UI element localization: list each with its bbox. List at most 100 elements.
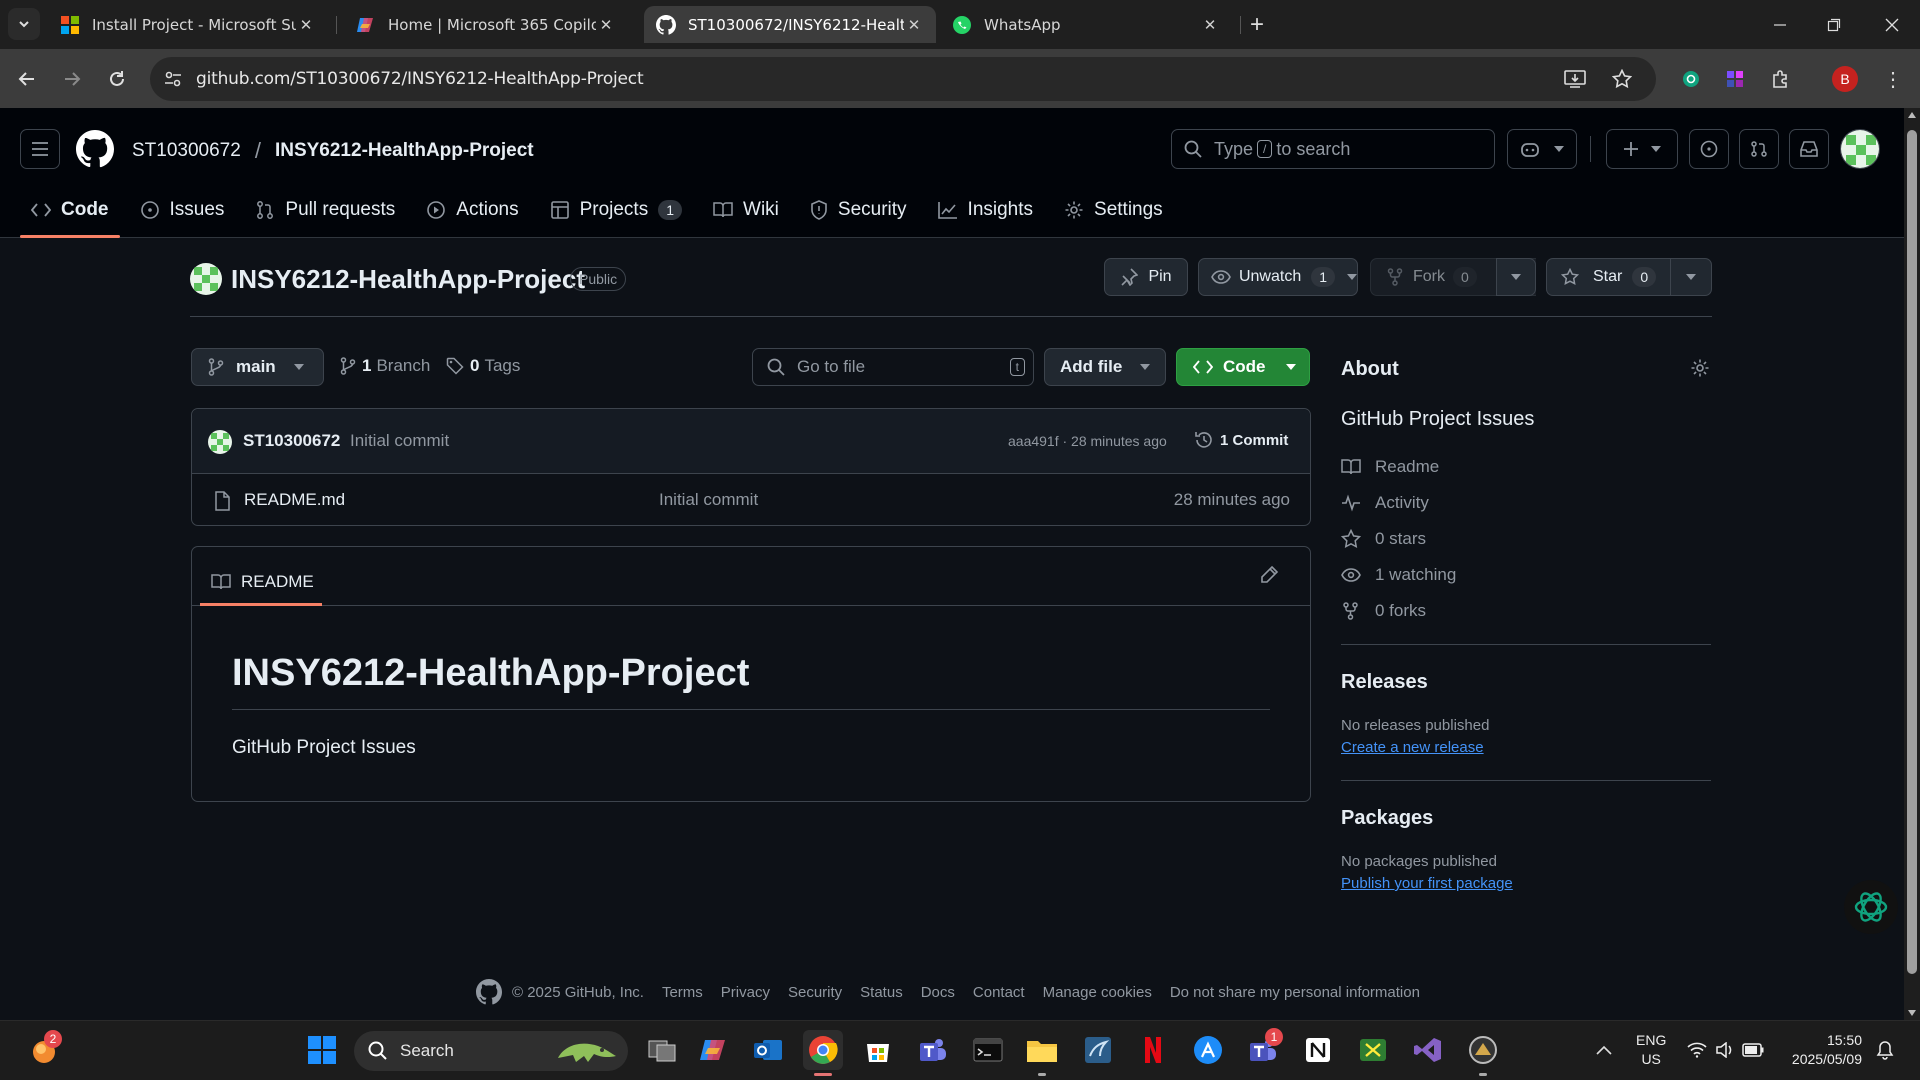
fork-dropdown-button[interactable] <box>1496 258 1536 296</box>
volume-status[interactable] <box>1712 1030 1738 1070</box>
footer-link-manage-cookies[interactable]: Manage cookies <box>1043 984 1152 1001</box>
browser-tab-copilot[interactable]: Home | Microsoft 365 Copilot ✕ <box>344 6 628 43</box>
taskbar-search[interactable]: Search <box>354 1031 628 1071</box>
pin-button[interactable]: Pin <box>1104 258 1188 296</box>
widgets-button[interactable]: 2 <box>24 1030 64 1070</box>
readme-tab[interactable]: README <box>200 560 322 606</box>
about-watching-link[interactable]: 1 watching <box>1341 562 1456 588</box>
file-explorer-button[interactable] <box>1022 1030 1062 1076</box>
branches-link[interactable]: 1 Branch <box>340 356 430 376</box>
star-button[interactable]: Star 0 <box>1546 258 1678 296</box>
outlook-button[interactable] <box>748 1030 788 1070</box>
tab-insights[interactable]: Insights <box>927 190 1044 230</box>
clock[interactable]: 15:50 2025/05/09 <box>1784 1031 1862 1069</box>
show-hidden-icons-button[interactable] <box>1584 1030 1624 1070</box>
kali-app-button[interactable] <box>1463 1030 1503 1076</box>
footer-link-do-not-share[interactable]: Do not share my personal information <box>1170 984 1420 1001</box>
publish-package-link[interactable]: Publish your first package <box>1341 875 1513 892</box>
global-search-input[interactable]: Type / to search <box>1171 129 1495 169</box>
site-info-icon[interactable] <box>164 70 182 88</box>
browser-tab-github[interactable]: ST10300672/INSY6212-HealthAp ✕ <box>644 6 936 43</box>
footer-link-contact[interactable]: Contact <box>973 984 1025 1001</box>
about-forks-link[interactable]: 0 forks <box>1341 598 1426 624</box>
commit-message[interactable]: Initial commit <box>350 431 449 451</box>
tab-security[interactable]: Security <box>799 190 918 230</box>
code-button[interactable]: Code <box>1176 348 1310 386</box>
user-avatar[interactable] <box>1840 129 1880 169</box>
task-view-button[interactable] <box>642 1030 682 1070</box>
footer-link-security[interactable]: Security <box>788 984 842 1001</box>
commits-history-link[interactable]: 1 Commit <box>1194 430 1288 450</box>
tab-code[interactable]: Code <box>20 190 120 238</box>
address-bar[interactable]: github.com/ST10300672/INSY6212-HealthApp… <box>150 57 1656 101</box>
extensions-puzzle-icon[interactable] <box>1766 64 1796 94</box>
edit-readme-button[interactable] <box>1259 565 1279 585</box>
assistant-bubble[interactable] <box>1844 880 1898 934</box>
github-mark-icon[interactable] <box>476 979 502 1005</box>
tab-actions[interactable]: Actions <box>415 190 529 230</box>
commit-hash-time[interactable]: aaa491f · 28 minutes ago <box>1008 433 1167 449</box>
unwatch-button[interactable]: Unwatch 1 <box>1198 258 1358 296</box>
store-button[interactable] <box>858 1030 898 1070</box>
battery-status[interactable] <box>1740 1030 1766 1070</box>
minimize-button[interactable] <box>1752 0 1808 49</box>
browser-menu-button[interactable]: ⋮ <box>1878 64 1908 94</box>
breadcrumb-owner[interactable]: ST10300672 <box>132 140 241 162</box>
footer-link-terms[interactable]: Terms <box>662 984 703 1001</box>
tab-pull-requests[interactable]: Pull requests <box>244 190 406 230</box>
file-commit-message[interactable]: Initial commit <box>659 490 758 510</box>
file-name[interactable]: README.md <box>244 490 345 510</box>
breadcrumb-repo[interactable]: INSY6212-HealthApp-Project <box>275 140 534 162</box>
notion-button[interactable] <box>1298 1030 1338 1070</box>
github-logo[interactable] <box>76 130 114 168</box>
copilot-button[interactable] <box>1507 129 1577 169</box>
profile-avatar[interactable]: B <box>1832 66 1858 92</box>
commit-author-avatar[interactable] <box>208 430 232 454</box>
page-scrollbar[interactable] <box>1904 108 1920 1020</box>
footer-link-docs[interactable]: Docs <box>921 984 955 1001</box>
new-tab-button[interactable]: + <box>1244 11 1270 38</box>
app-store-button[interactable] <box>1188 1030 1228 1070</box>
about-stars-link[interactable]: 0 stars <box>1341 526 1426 552</box>
netflix-button[interactable] <box>1133 1030 1173 1070</box>
visual-studio-button[interactable] <box>1408 1030 1448 1070</box>
commit-author[interactable]: ST10300672 <box>243 431 340 451</box>
issues-button[interactable] <box>1689 129 1729 169</box>
about-settings-button[interactable] <box>1690 358 1710 378</box>
go-to-file-input[interactable]: Go to file t <box>752 348 1034 386</box>
star-dropdown-button[interactable] <box>1670 258 1712 296</box>
browser-tab-microsoft[interactable]: Install Project - Microsoft Suppo ✕ <box>48 6 328 43</box>
tab-settings[interactable]: Settings <box>1053 190 1174 230</box>
chrome-button[interactable] <box>803 1030 843 1076</box>
close-tab-icon[interactable]: ✕ <box>1200 15 1220 35</box>
teams-classic-button[interactable]: 1 <box>1243 1028 1283 1070</box>
install-app-icon[interactable] <box>1564 69 1586 89</box>
repo-title[interactable]: INSY6212-HealthApp-Project <box>231 264 585 295</box>
create-new-button[interactable] <box>1606 129 1678 169</box>
add-file-button[interactable]: Add file <box>1044 348 1166 386</box>
branch-selector[interactable]: main <box>191 348 324 386</box>
browser-tab-whatsapp[interactable]: WhatsApp ✕ <box>940 6 1232 43</box>
tags-link[interactable]: 0 Tags <box>446 356 520 376</box>
notifications-button[interactable] <box>1872 1030 1898 1070</box>
about-activity-link[interactable]: Activity <box>1341 490 1429 516</box>
close-window-button[interactable] <box>1864 0 1920 49</box>
tab-search-button[interactable] <box>8 8 40 40</box>
terminal-button[interactable] <box>968 1030 1008 1070</box>
table-row[interactable]: README.md Initial commit 28 minutes ago <box>192 475 1310 525</box>
about-readme-link[interactable]: Readme <box>1341 454 1439 480</box>
mysql-workbench-button[interactable] <box>1078 1030 1118 1070</box>
owner-avatar[interactable] <box>190 263 222 295</box>
language-indicator[interactable]: ENG US <box>1636 1031 1666 1069</box>
tab-wiki[interactable]: Wiki <box>702 190 790 230</box>
close-tab-icon[interactable]: ✕ <box>296 15 316 35</box>
inbox-button[interactable] <box>1789 129 1829 169</box>
scrollbar-thumb[interactable] <box>1907 130 1917 974</box>
pull-requests-button[interactable] <box>1739 129 1779 169</box>
bookmark-star-icon[interactable] <box>1612 69 1632 89</box>
restore-button[interactable] <box>1806 0 1862 49</box>
close-tab-icon[interactable]: ✕ <box>904 15 924 35</box>
teams-button[interactable] <box>913 1030 953 1070</box>
releases-title[interactable]: Releases <box>1341 671 1428 694</box>
chatgpt-extension-icon[interactable] <box>1676 64 1706 94</box>
